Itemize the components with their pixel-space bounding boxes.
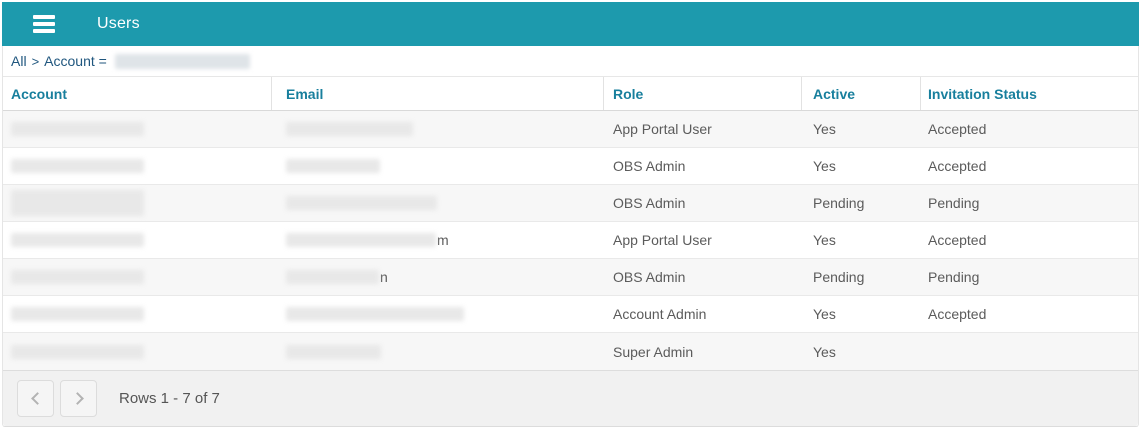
account-cell — [3, 259, 272, 295]
account-cell — [3, 222, 272, 258]
breadcrumb-all-link[interactable]: All — [11, 53, 27, 69]
redacted-account-value — [11, 307, 144, 321]
redacted-email-value — [286, 196, 437, 210]
role-cell: Account Admin — [604, 296, 802, 332]
invitation-status-cell: Accepted — [921, 296, 1138, 332]
breadcrumb: All > Account = — [3, 46, 1138, 77]
redacted-email-value — [286, 307, 464, 321]
active-cell: Yes — [802, 333, 921, 370]
table-row[interactable]: OBS Admin Pending Pending — [3, 185, 1138, 222]
redacted-account-value — [11, 159, 144, 173]
active-cell: Pending — [802, 259, 921, 295]
invitation-status-cell: Pending — [921, 185, 1138, 221]
column-header[interactable]: Email — [272, 77, 604, 110]
column-header[interactable]: Invitation Status — [921, 77, 1138, 110]
account-cell — [3, 148, 272, 184]
table-body: App Portal User Yes Accepted OBS Admin Y… — [3, 111, 1138, 370]
next-page-button[interactable] — [60, 380, 97, 417]
redacted-email-value — [286, 233, 436, 247]
breadcrumb-separator: > — [32, 54, 40, 69]
active-cell: Yes — [802, 296, 921, 332]
table-row[interactable]: Super Admin Yes — [3, 333, 1138, 370]
invitation-status-cell — [921, 333, 1138, 370]
role-cell: OBS Admin — [604, 185, 802, 221]
redacted-account-value — [11, 345, 144, 359]
redacted-account-value — [11, 122, 144, 136]
email-visible-suffix: m — [437, 232, 449, 248]
active-cell: Yes — [802, 222, 921, 258]
redacted-account-value — [11, 233, 144, 247]
column-header[interactable]: Role — [604, 77, 802, 110]
active-cell: Yes — [802, 111, 921, 147]
column-header-label: Active — [813, 86, 855, 102]
column-header[interactable]: Active — [802, 77, 921, 110]
role-cell: App Portal User — [604, 222, 802, 258]
role-cell: OBS Admin — [604, 148, 802, 184]
redacted-account-value — [11, 270, 144, 284]
redacted-email-value — [286, 159, 380, 173]
active-cell: Pending — [802, 185, 921, 221]
table-row[interactable]: n OBS Admin Pending Pending — [3, 259, 1138, 296]
list-title-bar: Users — [2, 2, 1139, 46]
column-header-label: Email — [286, 86, 323, 102]
account-cell — [3, 296, 272, 332]
breadcrumb-redacted-value — [115, 54, 250, 69]
email-cell — [272, 111, 604, 147]
column-header-label: Role — [613, 86, 643, 102]
pagination-footer: Rows 1 - 7 of 7 — [3, 370, 1138, 426]
chevron-left-icon — [31, 392, 44, 405]
menu-icon[interactable] — [33, 15, 55, 33]
invitation-status-cell: Pending — [921, 259, 1138, 295]
email-cell — [272, 333, 604, 370]
active-cell: Yes — [802, 148, 921, 184]
email-visible-suffix: n — [380, 269, 388, 285]
table-header-row: Account Email Role Active Invitation Sta… — [3, 77, 1138, 111]
email-cell: m — [272, 222, 604, 258]
account-cell — [3, 111, 272, 147]
account-cell — [3, 185, 272, 221]
table-row[interactable]: OBS Admin Yes Accepted — [3, 148, 1138, 185]
table-row[interactable]: Account Admin Yes Accepted — [3, 296, 1138, 333]
previous-page-button[interactable] — [17, 380, 54, 417]
email-cell — [272, 185, 604, 221]
invitation-status-cell: Accepted — [921, 222, 1138, 258]
table-row[interactable]: App Portal User Yes Accepted — [3, 111, 1138, 148]
redacted-email-value — [286, 345, 381, 359]
redacted-email-value — [286, 270, 379, 284]
users-list-panel: Users All > Account = Account Email Role… — [2, 2, 1139, 427]
account-cell — [3, 333, 272, 370]
rows-summary: Rows 1 - 7 of 7 — [119, 390, 220, 407]
chevron-right-icon — [71, 392, 84, 405]
list-content: All > Account = Account Email Role Activ… — [2, 46, 1139, 427]
role-cell: Super Admin — [604, 333, 802, 370]
invitation-status-cell: Accepted — [921, 111, 1138, 147]
role-cell: App Portal User — [604, 111, 802, 147]
redacted-account-value — [11, 190, 144, 216]
breadcrumb-filter-link[interactable]: Account = — [44, 53, 107, 69]
column-header-label: Invitation Status — [928, 86, 1037, 102]
email-cell — [272, 296, 604, 332]
column-header[interactable]: Account — [3, 77, 272, 110]
column-header-label: Account — [11, 86, 67, 102]
role-cell: OBS Admin — [604, 259, 802, 295]
table-row[interactable]: m App Portal User Yes Accepted — [3, 222, 1138, 259]
page-title: Users — [97, 15, 140, 33]
redacted-email-value — [286, 122, 413, 136]
invitation-status-cell: Accepted — [921, 148, 1138, 184]
email-cell: n — [272, 259, 604, 295]
email-cell — [272, 148, 604, 184]
